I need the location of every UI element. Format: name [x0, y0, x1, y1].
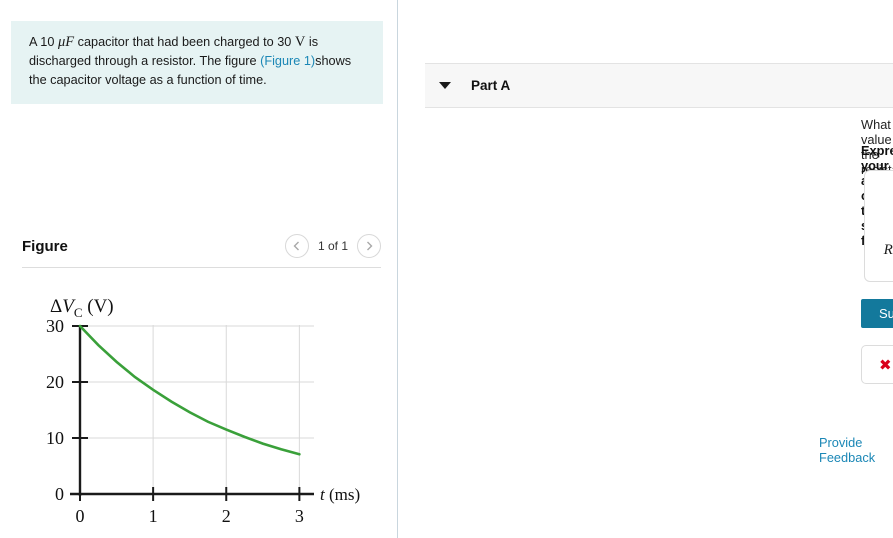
part-a-header[interactable]: Part A [425, 63, 893, 108]
submit-row: Submit Previous Answers Request Answer [861, 299, 893, 328]
figure-next-button[interactable] [357, 234, 381, 258]
svg-text:10: 10 [46, 428, 64, 448]
answer-panel: □ ΑΣφ [864, 170, 893, 282]
voltage-decay-curve [78, 324, 301, 456]
svg-text:0: 0 [55, 484, 64, 504]
figure-pager-label: 1 of 1 [317, 239, 348, 253]
micro-farad-symbol: μF [57, 34, 75, 50]
answer-variable-letter: R [883, 241, 893, 258]
right-panel: Part A What is the value of the resistan… [398, 0, 893, 538]
figure-pager: 1 of 1 [284, 234, 381, 258]
caret-down-icon[interactable] [439, 82, 451, 89]
question-text-part2: capacitor that had been charged to 30 [77, 35, 292, 49]
y-axis-ticks: 0 10 20 30 [46, 316, 88, 504]
x-axis-title: t (ms) [320, 485, 360, 504]
chart-gridlines [80, 325, 314, 494]
chart-svg: ΔVC (V) 0102030 0123 t (ms) [46, 296, 360, 526]
submit-button[interactable]: Submit [861, 299, 893, 328]
x-mark-icon: ✖ [879, 355, 892, 374]
svg-text:30: 30 [46, 316, 64, 336]
svg-text:20: 20 [46, 372, 64, 392]
provide-feedback-link[interactable]: Provide Feedback [819, 435, 893, 465]
answer-row: R = Ω [865, 233, 893, 267]
volt-symbol: V [294, 34, 306, 50]
part-a-title: Part A [471, 78, 511, 93]
svg-text:0: 0 [76, 506, 85, 526]
figure-header: Figure 1 of 1 [22, 234, 381, 267]
feedback-box: ✖ Incorrect; Try Again; 5 attempts remai… [861, 345, 893, 384]
chevron-left-icon [293, 241, 300, 251]
figure-prev-button[interactable] [284, 234, 309, 258]
question-statement-text: A 10 μF capacitor that had been charged … [29, 33, 369, 90]
figure-divider [22, 267, 381, 268]
svg-text:3: 3 [295, 506, 304, 526]
left-panel: A 10 μF capacitor that had been charged … [0, 0, 397, 538]
answer-variable-label: R = [865, 242, 893, 259]
capacitor-voltage-chart: ΔVC (V) 0 10 20 30 0123 t (ms) [12, 285, 387, 530]
svg-text:2: 2 [222, 506, 231, 526]
question-text-part1: A 10 [29, 35, 55, 49]
figure-1-link[interactable]: (Figure 1) [260, 54, 315, 68]
question-statement-box: A 10 μF capacitor that had been charged … [11, 21, 383, 104]
svg-text:1: 1 [149, 506, 158, 526]
chevron-right-icon [366, 241, 372, 251]
figure-title: Figure [22, 238, 68, 255]
